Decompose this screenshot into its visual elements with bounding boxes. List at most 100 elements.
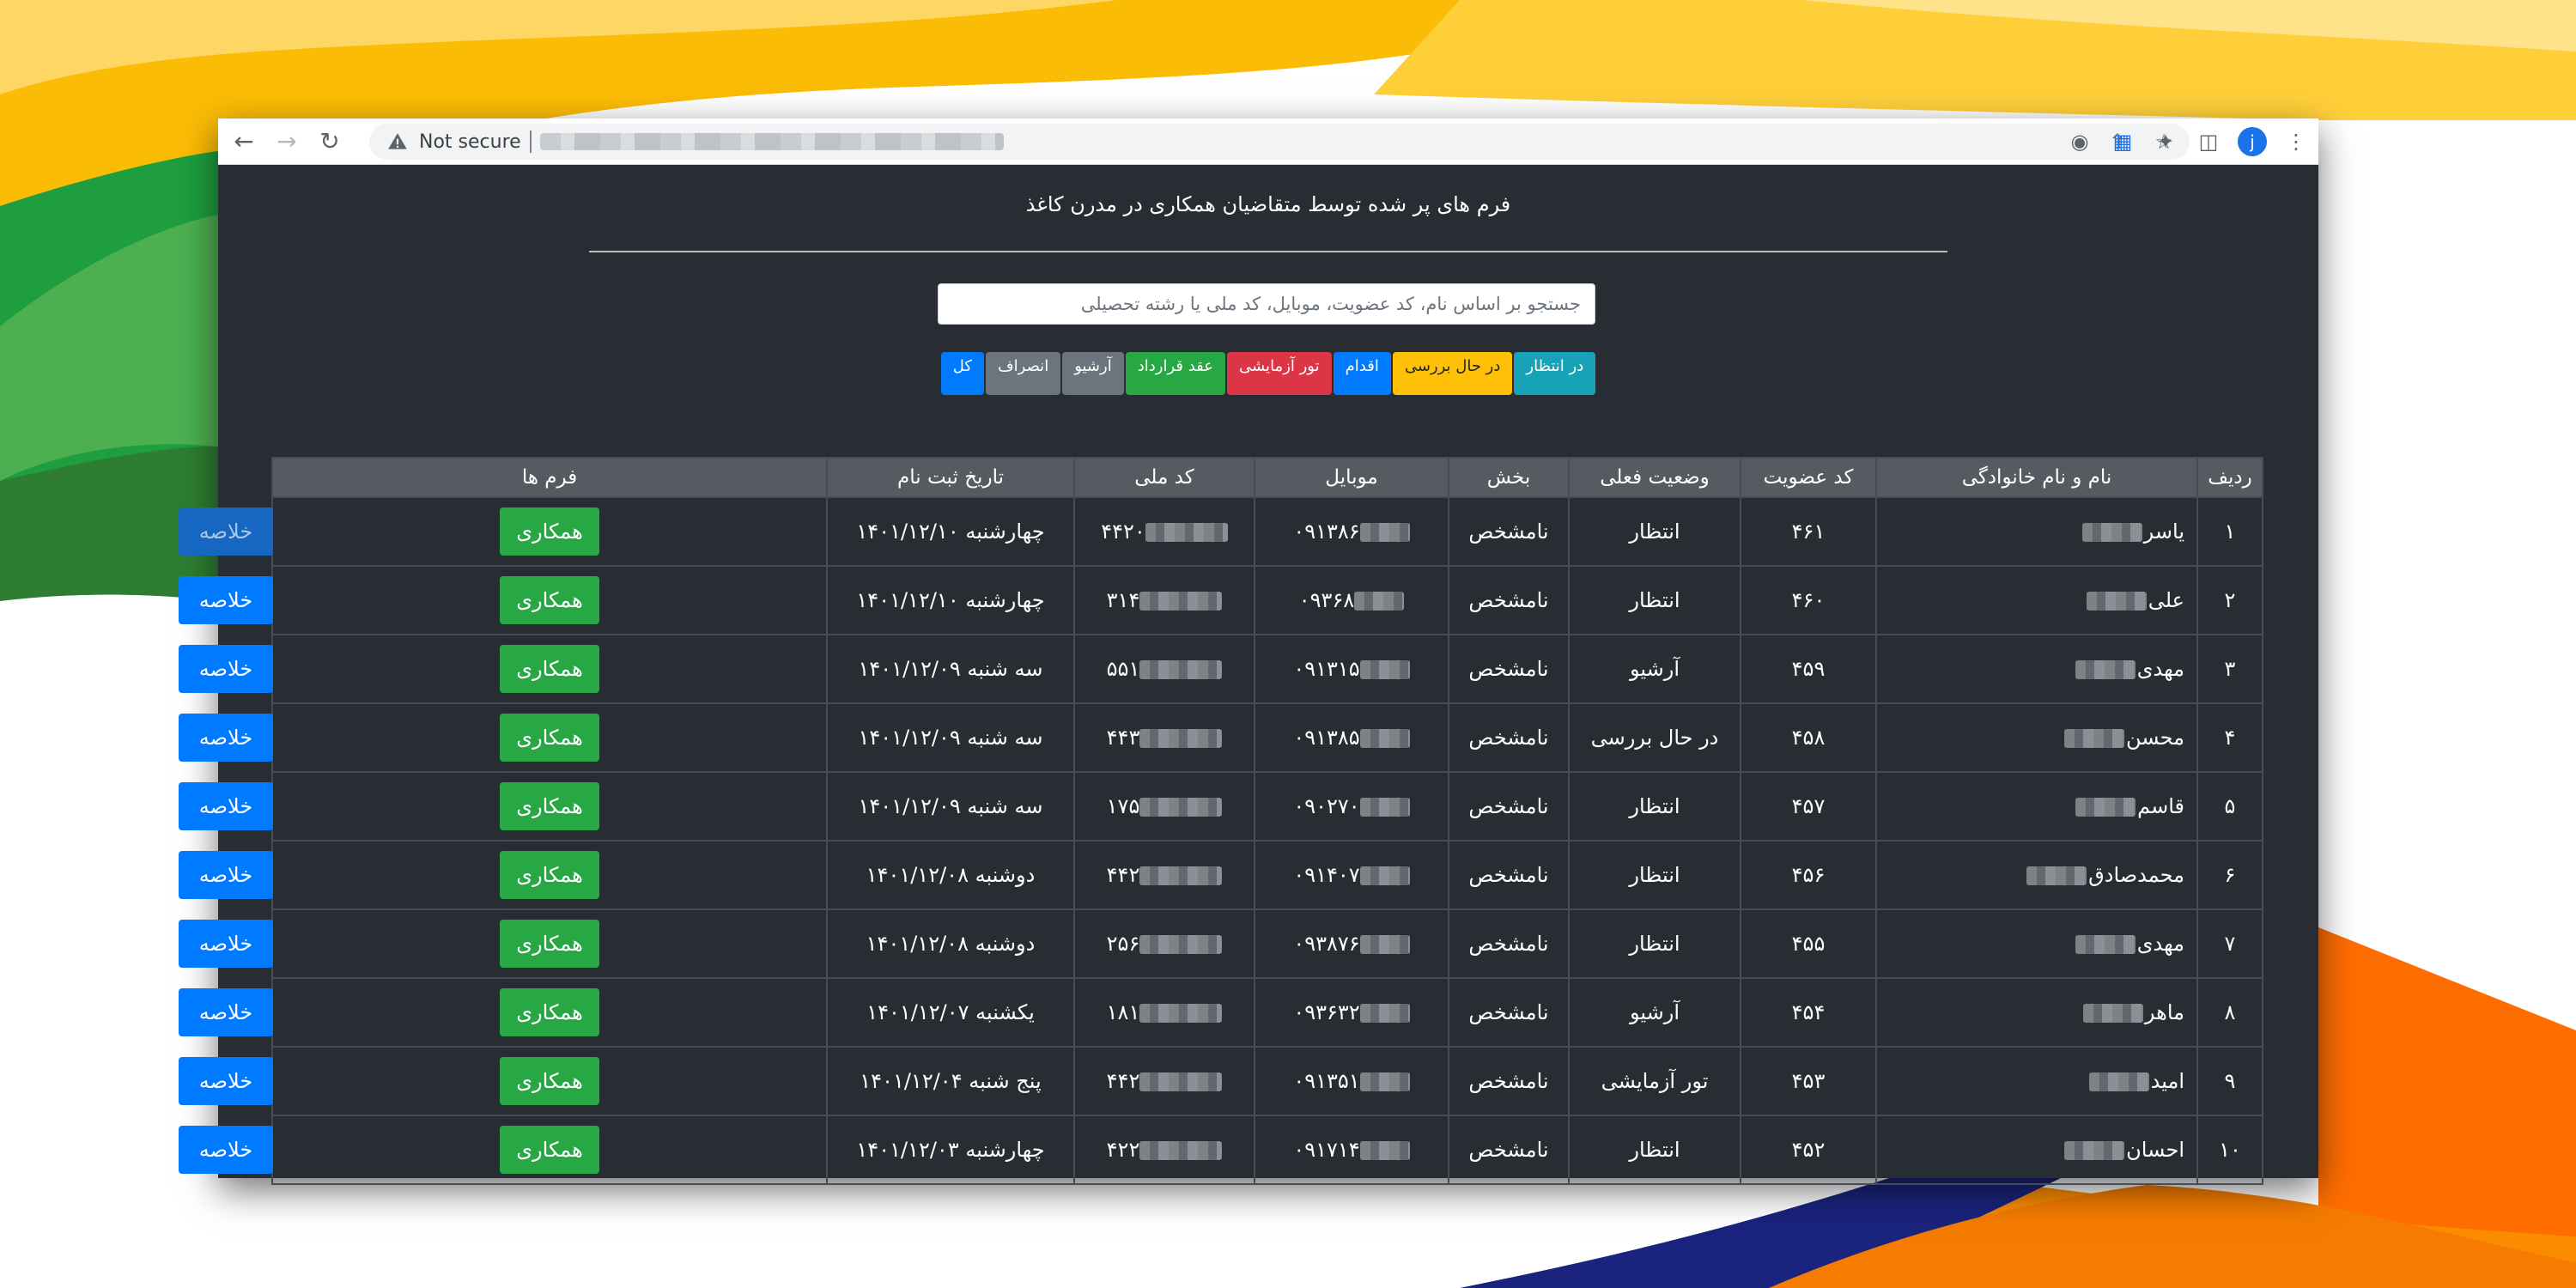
current-status: در حال بررسی [1590,726,1719,750]
first-name: قاسم [2137,794,2184,818]
registration-date: سه شنبه ۱۴۰۱/۱۲/۰۹ [858,726,1043,750]
table-row: ۶ محمدصادق ۴۵۶ انتظار نامشخص ۰۹۱۴۰۷ ۴۴۲ … [179,840,2263,910]
mobile-prefix: ۰۹۰۲۷۰ [1293,794,1360,818]
side-panel-icon[interactable]: ◫ [2195,128,2222,155]
cooperation-form-button[interactable]: همکاری [500,645,599,693]
table-row: ۸ ماهر ۴۵۴ آرشیو نامشخص ۰۹۳۶۳۲ ۱۸۱ یکشنب… [179,977,2263,1048]
back-button[interactable]: ← [227,125,261,159]
table-row: ۳ مهدی ۴۵۹ آرشیو نامشخص ۰۹۱۳۱۵ ۵۵۱ سه شن… [179,634,2263,704]
filter-action-button[interactable]: اقدام [1333,352,1391,395]
national-code-prefix: ۱۷۵ [1106,794,1140,818]
cell-national-code: ۴۲۲ [1073,1115,1255,1185]
cell-mobile: ۰۹۱۳۸۶ [1254,496,1449,567]
mobile-prefix: ۰۹۱۷۱۴ [1293,1138,1360,1162]
blurred-mobile-digits [1359,798,1410,817]
blurred-last-name [2082,1004,2143,1023]
mobile-prefix: ۰۹۱۳۱۵ [1293,657,1360,681]
cell-registration-date: چهارشنبه ۱۴۰۱/۱۲/۱۰ [826,565,1075,635]
current-status: انتظار [1629,794,1680,818]
cell-mobile: ۰۹۱۳۱۵ [1254,634,1449,704]
cell-row-number: ۳ [2196,634,2263,704]
cell-row-number: ۹ [2196,1046,2263,1116]
filter-reviewing-button[interactable]: در حال بررسی [1392,352,1513,395]
table-row: ۲ علی ۴۶۰ انتظار نامشخص ۰۹۳۶۸ ۳۱۴ چهارشن… [179,565,2263,635]
translate-extension-icon[interactable]: ▦ [2109,128,2136,155]
national-code-prefix: ۵۵۱ [1106,657,1140,681]
cell-national-code: ۵۵۱ [1073,634,1255,704]
cell-full-name: محسن [1875,702,2198,773]
cell-mobile: ۰۹۱۴۰۷ [1254,840,1449,910]
cooperation-form-button[interactable]: همکاری [500,714,599,762]
cooperation-form-button[interactable]: همکاری [500,851,599,899]
blurred-last-name [2075,935,2136,954]
mobile-prefix: ۰۹۳۸۷۶ [1293,932,1360,956]
filter-cancelled-button[interactable]: انصراف [985,352,1061,395]
first-name: علی [2148,588,2184,612]
cooperation-form-button[interactable]: همکاری [500,507,599,556]
cell-row-number: ۵ [2196,771,2263,841]
summary-button[interactable]: خلاصه [179,1057,273,1105]
cooperation-form-button[interactable]: همکاری [500,576,599,624]
filter-contract-button[interactable]: عقد قرارداد [1125,352,1225,395]
summary-button[interactable]: خلاصه [179,851,273,899]
cell-membership-code: ۴۵۸ [1740,702,1877,773]
summary-button[interactable]: خلاصه [179,714,273,762]
blurred-url [539,133,1004,150]
section-value: نامشخص [1468,519,1549,544]
kebab-menu-icon[interactable]: ⋮ [2282,128,2310,155]
cell-full-name: علی [1875,565,2198,635]
summary-button[interactable]: خلاصه [179,782,273,830]
blurred-mobile-digits [1359,1141,1410,1160]
filter-archive-button[interactable]: آرشیو [1062,352,1124,395]
cooperation-form-button[interactable]: همکاری [500,1126,599,1174]
forward-button[interactable]: → [270,125,304,159]
registration-date: یکشنبه ۱۴۰۱/۱۲/۰۷ [866,1000,1035,1024]
globe-extension-icon[interactable]: ◉ [2066,128,2093,155]
status-filter-bar: در انتظار در حال بررسی اقدام تور آزمایشی… [218,352,2318,395]
blurred-mobile-digits [1359,866,1410,885]
cell-cooperation-form: همکاری [271,908,828,979]
cell-cooperation-form: همکاری [271,565,828,635]
cell-national-code: ۴۴۳ [1073,702,1255,773]
first-name: مهدی [2136,932,2184,956]
cell-row-number: ۷ [2196,908,2263,979]
reload-button[interactable]: ↻ [313,125,347,159]
cooperation-form-button[interactable]: همکاری [500,988,599,1036]
first-name: احسان [2126,1138,2184,1162]
filter-trial-tour-button[interactable]: تور آزمایشی [1227,352,1332,395]
blurred-last-name [2081,523,2142,542]
table-row: ۱ یاسر ۴۶۱ انتظار نامشخص ۰۹۱۳۸۶ ۴۴۲۰ چها… [179,496,2263,567]
cell-current-status: تور آزمایشی [1568,1046,1741,1116]
summary-button[interactable]: خلاصه [179,645,273,693]
profile-avatar[interactable]: j [2238,127,2267,156]
blurred-last-name [2064,1141,2125,1160]
cell-mobile: ۰۹۱۷۱۴ [1254,1115,1449,1185]
search-input[interactable] [938,283,1595,325]
address-bar[interactable]: Not secure ⇧ ☆ [369,124,2190,160]
summary-button[interactable]: خلاصه [179,920,273,968]
filter-waiting-button[interactable]: در انتظار [1514,352,1596,395]
cooperation-form-button[interactable]: همکاری [500,782,599,830]
table-row: ۱۰ احسان ۴۵۲ انتظار نامشخص ۰۹۱۷۱۴ ۴۲۲ چه… [179,1115,2263,1185]
current-status: آرشیو [1629,657,1680,681]
summary-button[interactable]: خلاصه [179,1126,273,1174]
cell-registration-date: سه شنبه ۱۴۰۱/۱۲/۰۹ [826,771,1075,841]
cell-mobile: ۰۹۱۳۵۱ [1254,1046,1449,1116]
cell-national-code: ۱۷۵ [1073,771,1255,841]
summary-button[interactable]: خلاصه [179,576,273,624]
cell-full-name: یاسر [1875,496,2198,567]
puzzle-extensions-icon[interactable]: ✦ [2152,128,2179,155]
cell-membership-code: ۴۵۹ [1740,634,1877,704]
row-number: ۴ [2224,726,2236,750]
current-status: انتظار [1629,1138,1680,1162]
cooperation-form-button[interactable]: همکاری [500,1057,599,1105]
summary-button[interactable]: خلاصه [179,988,273,1036]
cell-section: نامشخص [1448,565,1570,635]
blurred-last-name [2026,866,2087,885]
cell-mobile: ۰۹۳۶۸ [1254,565,1449,635]
summary-button[interactable]: خلاصه [179,507,273,556]
warning-icon [388,133,407,149]
filter-all-button[interactable]: کل [940,352,984,395]
cooperation-form-button[interactable]: همکاری [500,920,599,968]
cell-cooperation-form: همکاری [271,771,828,841]
